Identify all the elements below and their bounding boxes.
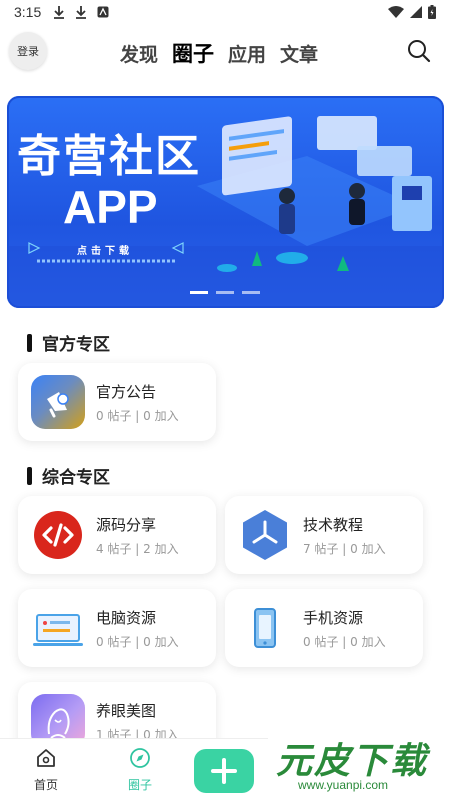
hexagon-share-icon bbox=[238, 508, 292, 562]
bottom-nav-home[interactable]: 首页 bbox=[16, 747, 76, 793]
compass-icon bbox=[130, 748, 150, 768]
download-icon bbox=[76, 6, 87, 19]
battery-icon bbox=[428, 5, 436, 19]
tab-discover[interactable]: 发现 bbox=[120, 40, 158, 67]
circle-card-tech-tutorial[interactable]: 技术教程 7 帖子 | 0 加入 bbox=[225, 496, 423, 574]
section-title-label: 官方专区 bbox=[42, 335, 110, 355]
circle-card-source-code[interactable]: 源码分享 4 帖子 | 2 加入 bbox=[18, 496, 216, 574]
circle-name: 源码分享 bbox=[96, 516, 157, 534]
status-bar: 3:15 bbox=[0, 0, 450, 24]
circle-stats: 0 帖子 | 0 加入 bbox=[303, 635, 386, 649]
create-post-button[interactable] bbox=[194, 749, 254, 793]
bottom-nav-label: 圈子 bbox=[127, 778, 152, 792]
signal-icon bbox=[410, 6, 422, 18]
section-title-official: 官方专区 bbox=[27, 330, 110, 355]
circle-stats: 0 帖子 | 0 加入 bbox=[96, 635, 179, 649]
home-icon bbox=[37, 749, 55, 767]
download-icon bbox=[54, 6, 65, 19]
circle-name: 电脑资源 bbox=[96, 609, 157, 627]
tab-circle[interactable]: 圈子 bbox=[172, 38, 214, 68]
notification-icons bbox=[53, 5, 109, 19]
banner-subtitle: 点击下载 bbox=[77, 246, 133, 257]
circle-card-phone-resources[interactable]: 手机资源 0 帖子 | 0 加入 bbox=[225, 589, 423, 667]
section-title-general: 综合专区 bbox=[27, 463, 110, 488]
circle-card-pc-resources[interactable]: 电脑资源 0 帖子 | 0 加入 bbox=[18, 589, 216, 667]
circle-stats: 0 帖子 | 0 加入 bbox=[96, 409, 179, 423]
megaphone-icon bbox=[31, 375, 85, 429]
section-marker bbox=[27, 466, 32, 485]
watermark: 元皮下载 www.yuanpi.com bbox=[268, 728, 450, 800]
status-time: 3:15 bbox=[14, 4, 42, 20]
circle-stats: 4 帖子 | 2 加入 bbox=[96, 542, 179, 556]
bottom-nav-circle[interactable]: 圈子 bbox=[110, 747, 170, 793]
watermark-url: www.yuanpi.com bbox=[298, 778, 389, 792]
wifi-icon bbox=[388, 6, 404, 18]
carousel-dot[interactable] bbox=[190, 291, 208, 294]
tab-bar: 发现 圈子 应用 文章 bbox=[120, 38, 318, 68]
circle-stats: 7 帖子 | 0 加入 bbox=[303, 542, 386, 556]
login-button[interactable]: 登录 bbox=[9, 32, 47, 70]
circle-name: 技术教程 bbox=[303, 516, 364, 534]
code-icon bbox=[31, 508, 85, 562]
carousel-dot[interactable] bbox=[242, 291, 260, 294]
app-notification-icon bbox=[97, 6, 109, 18]
tab-apps[interactable]: 应用 bbox=[228, 40, 266, 67]
section-marker bbox=[27, 333, 32, 352]
laptop-icon bbox=[31, 601, 85, 655]
bottom-nav-label: 首页 bbox=[33, 778, 58, 792]
banner-app-label: APP bbox=[63, 181, 158, 233]
plus-icon bbox=[211, 758, 237, 784]
top-nav: 登录 发现 圈子 应用 文章 bbox=[0, 26, 450, 76]
watermark-logo: 元皮下载 bbox=[276, 741, 429, 782]
tab-articles[interactable]: 文章 bbox=[280, 40, 318, 67]
search-icon[interactable] bbox=[406, 38, 432, 64]
system-icons bbox=[388, 5, 436, 19]
circle-name: 养眼美图 bbox=[96, 702, 157, 720]
banner-title: 奇营社区 bbox=[17, 131, 201, 182]
section-title-label: 综合专区 bbox=[42, 468, 110, 488]
circle-name: 手机资源 bbox=[303, 609, 364, 627]
carousel-dot[interactable] bbox=[216, 291, 234, 294]
circle-name: 官方公告 bbox=[96, 383, 157, 401]
circle-card-official-notice[interactable]: 官方公告 0 帖子 | 0 加入 bbox=[18, 363, 216, 441]
promo-banner[interactable]: 奇营社区 APP 点击下载 bbox=[7, 96, 444, 308]
phone-icon bbox=[238, 601, 292, 655]
carousel-indicator bbox=[190, 291, 260, 294]
